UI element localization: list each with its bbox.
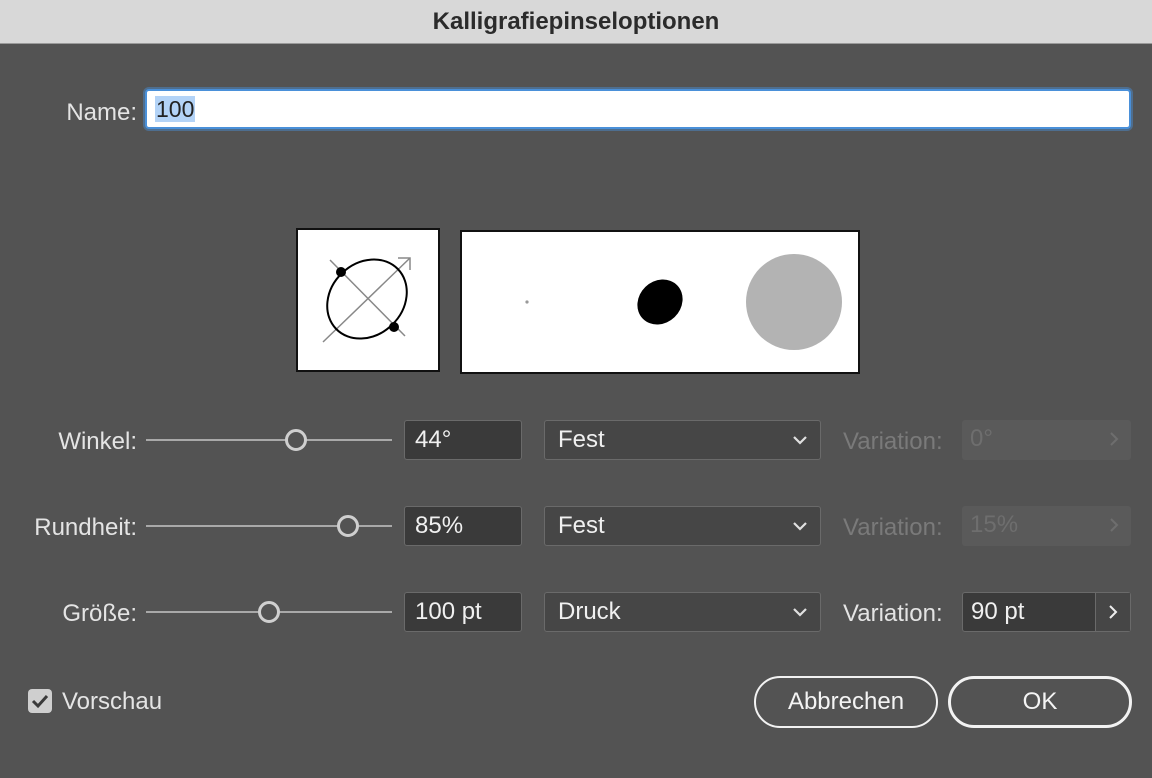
- roundness-label: Rundheit:: [34, 514, 137, 541]
- name-label: Name:: [66, 99, 137, 126]
- name-input-value: 100: [155, 96, 196, 122]
- angle-variation-label: Variation:: [843, 428, 943, 455]
- roundness-variation-field: 15%: [962, 506, 1131, 546]
- ok-button[interactable]: OK: [948, 676, 1132, 728]
- roundness-slider[interactable]: [146, 514, 392, 538]
- chevron-down-icon: [792, 421, 808, 472]
- brush-size-preview: [460, 230, 860, 374]
- angle-variation-field: 0°: [962, 420, 1131, 460]
- preview-label[interactable]: Vorschau: [62, 688, 162, 716]
- size-variation-value[interactable]: 90 pt: [963, 593, 1097, 631]
- angle-slider-knob[interactable]: [285, 429, 308, 451]
- chevron-right-icon[interactable]: [1095, 593, 1130, 631]
- angle-value-field[interactable]: 44°: [404, 420, 522, 460]
- size-slider-knob[interactable]: [258, 601, 280, 623]
- size-value-field[interactable]: 100 pt: [404, 592, 522, 632]
- size-variation-label: Variation:: [843, 600, 943, 627]
- size-mode-dropdown[interactable]: Druck: [544, 592, 821, 632]
- size-variation-field[interactable]: 90 pt: [962, 592, 1131, 632]
- chevron-right-icon: [1096, 506, 1131, 544]
- angle-mode-value: Fest: [558, 426, 605, 453]
- roundness-mode-value: Fest: [558, 512, 605, 539]
- angle-variation-value: 0°: [970, 425, 993, 452]
- max-size-dot: [746, 254, 842, 350]
- current-size-dot: [637, 279, 683, 325]
- chevron-down-icon: [792, 507, 808, 558]
- preview-checkbox[interactable]: [28, 689, 52, 713]
- min-size-dot: [525, 300, 529, 304]
- size-slider[interactable]: [146, 600, 392, 624]
- title-bar: Kalligrafiepinseloptionen: [0, 0, 1152, 44]
- roundness-mode-dropdown[interactable]: Fest: [544, 506, 821, 546]
- brush-shape-editor[interactable]: [296, 228, 440, 372]
- chevron-down-icon: [792, 593, 808, 644]
- checkmark-icon: [31, 694, 49, 709]
- cancel-button[interactable]: Abbrechen: [754, 676, 938, 728]
- angle-slider[interactable]: [146, 428, 392, 452]
- roundness-slider-knob[interactable]: [336, 515, 359, 537]
- size-mode-value: Druck: [558, 598, 621, 625]
- roundness-value-field[interactable]: 85%: [404, 506, 522, 546]
- angle-label: Winkel:: [58, 428, 137, 455]
- name-input[interactable]: 100: [145, 89, 1131, 129]
- brush-angle-icon: [322, 257, 411, 343]
- dialog-title: Kalligrafiepinseloptionen: [432, 7, 720, 35]
- size-label: Größe:: [62, 600, 137, 627]
- roundness-variation-value: 15%: [970, 511, 1019, 538]
- roundness-variation-label: Variation:: [843, 514, 943, 541]
- chevron-right-icon: [1096, 420, 1131, 458]
- angle-mode-dropdown[interactable]: Fest: [544, 420, 821, 460]
